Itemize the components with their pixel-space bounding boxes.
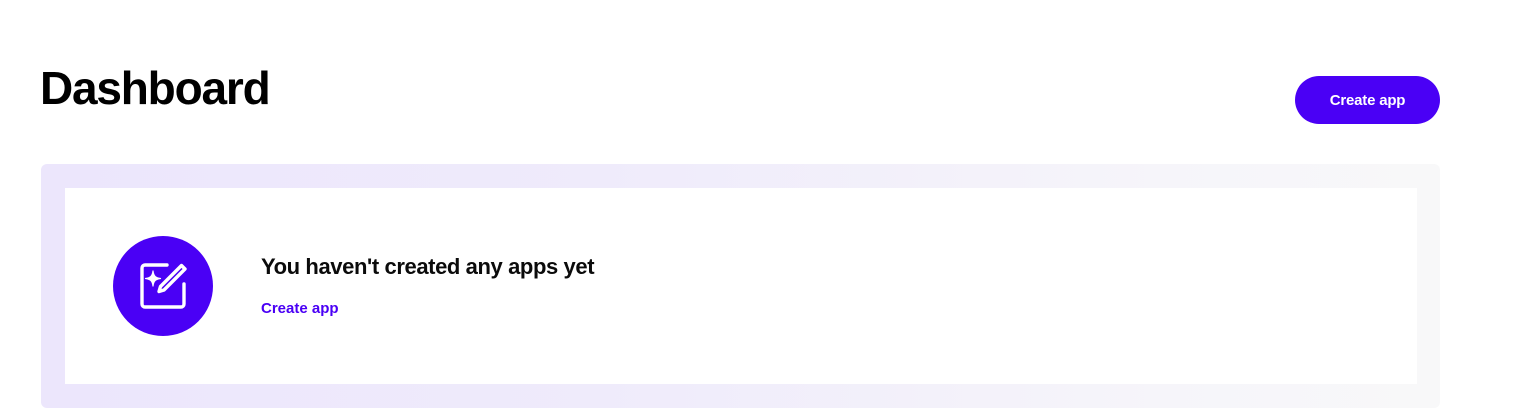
create-app-button[interactable]: Create app: [1295, 76, 1440, 124]
empty-state-panel: You haven't created any apps yet Create …: [41, 164, 1440, 408]
page-title: Dashboard: [40, 62, 271, 114]
empty-state-card: You haven't created any apps yet Create …: [65, 188, 1417, 384]
empty-state-heading: You haven't created any apps yet: [261, 254, 595, 279]
dashboard-page: Dashboard Create app You haven't created…: [0, 0, 1525, 415]
edit-sparkle-icon: [113, 236, 213, 336]
create-app-link[interactable]: Create app: [261, 299, 339, 319]
